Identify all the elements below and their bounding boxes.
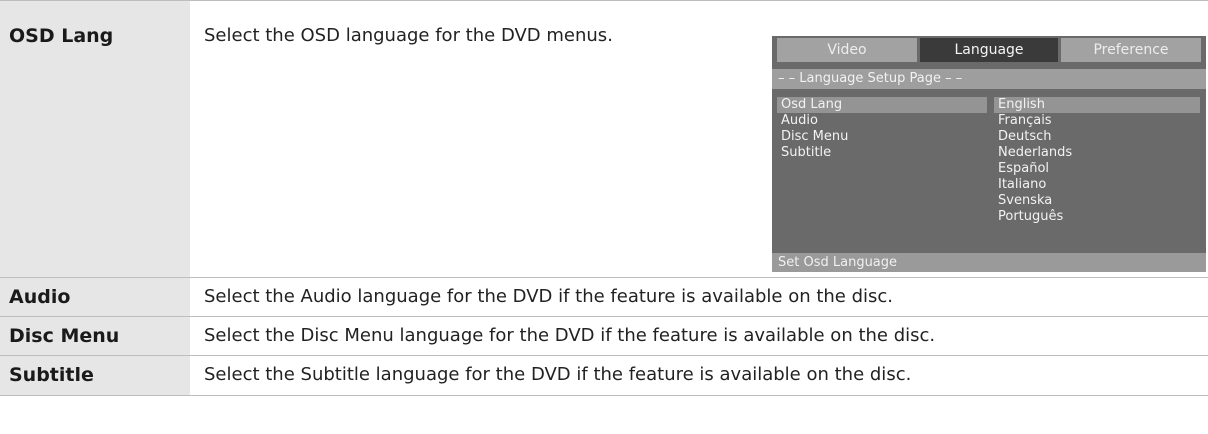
table-row-audio: Audio Select the Audio language for the … <box>0 277 1208 317</box>
page-title-bar: – – Language Setup Page – – <box>772 69 1206 89</box>
tab-preference: Preference <box>1061 38 1201 62</box>
language-option: English <box>994 97 1200 113</box>
row-description: Select the Audio language for the DVD if… <box>204 286 894 307</box>
row-description: Select the Subtitle language for the DVD… <box>204 364 912 385</box>
row-label: Subtitle <box>9 364 94 386</box>
language-options-list: English Français Deutsch Nederlands Espa… <box>994 97 1200 225</box>
setting-item-audio: Audio <box>781 113 818 128</box>
tab-video: Video <box>777 38 917 62</box>
language-option: Português <box>998 209 1064 224</box>
language-option: Svenska <box>998 193 1053 208</box>
setting-item-disc-menu: Disc Menu <box>781 129 849 144</box>
setting-item-subtitle: Subtitle <box>781 145 832 160</box>
table-row-disc-menu: Disc Menu Select the Disc Menu language … <box>0 316 1208 356</box>
settings-list: Osd Lang Audio Disc Menu Subtitle <box>777 97 987 161</box>
row-label: OSD Lang <box>9 25 114 47</box>
table-row-subtitle: Subtitle Select the Subtitle language fo… <box>0 355 1208 396</box>
language-option: Deutsch <box>998 129 1052 144</box>
language-option: Nederlands <box>998 145 1073 160</box>
language-option: Français <box>998 113 1052 128</box>
tab-language: Language <box>920 38 1058 62</box>
osd-menu-screenshot: Video Language Preference – – Language S… <box>772 36 1206 272</box>
row-label: Audio <box>9 286 71 308</box>
row-description: Select the OSD language for the DVD menu… <box>204 25 613 46</box>
help-footer-bar: Set Osd Language <box>772 253 1206 272</box>
setting-item-osd-lang: Osd Lang <box>777 97 987 113</box>
row-label: Disc Menu <box>9 325 120 347</box>
language-option: Italiano <box>998 177 1047 192</box>
table-row-osd-lang: OSD Lang Select the OSD language for the… <box>0 0 1208 278</box>
language-option: Español <box>998 161 1050 176</box>
row-description: Select the Disc Menu language for the DV… <box>204 325 936 346</box>
